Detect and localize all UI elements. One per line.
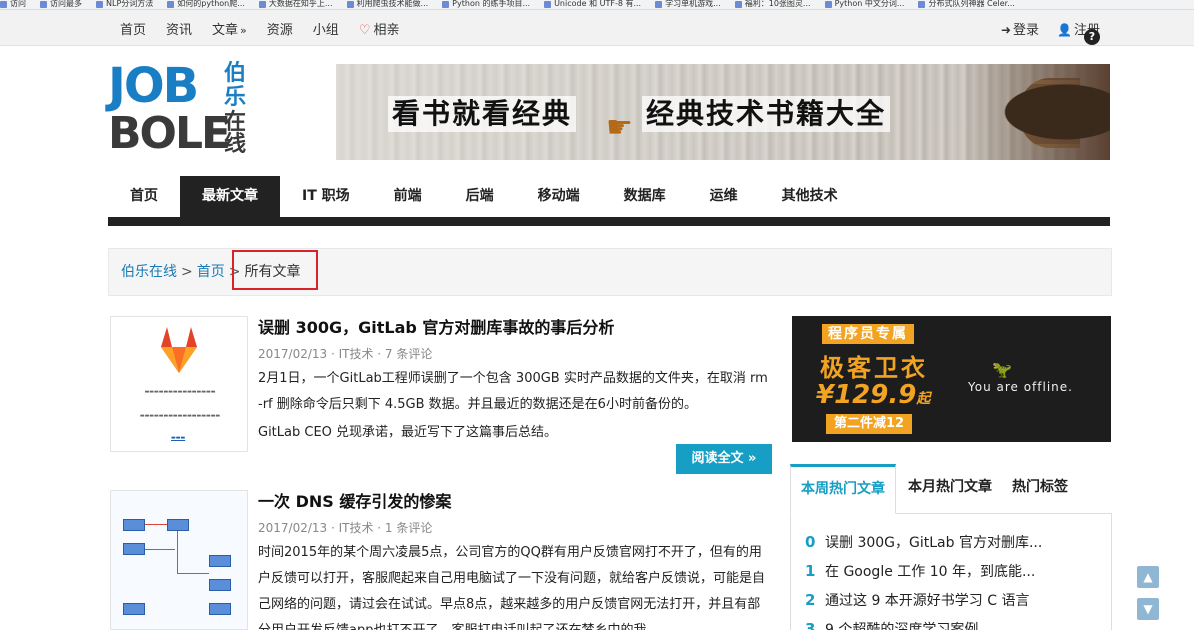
tab-month-hot[interactable]: 本月热门文章 xyxy=(908,464,992,514)
article-title[interactable]: 误删 300G，GitLab 官方对删库事故的事后分析 xyxy=(258,316,772,340)
list-item[interactable]: 2 通过这 9 本开源好书学习 C 语言 xyxy=(805,586,1111,615)
bookmark-icon xyxy=(40,0,47,8)
bookmark-item[interactable]: Python 的练手项目... xyxy=(442,0,530,9)
hot-tabs: 本周热门文章 本月热门文章 热门标签 xyxy=(790,464,1112,514)
list-item[interactable]: 1在 Google 工作 10 年，到底能... xyxy=(805,557,1111,586)
ad-price: ¥129.9起 xyxy=(816,380,931,410)
main-nav: 首页 最新文章 IT 职场 前端 后端 移动端 数据库 运维 其他技术 xyxy=(108,176,1110,226)
bookmarks-bar: 访问 访问最多 NLP分词方法 如何的python爬... 大数据在知乎上...… xyxy=(0,0,1194,10)
nav-latest-articles[interactable]: 最新文章 xyxy=(180,176,280,217)
banner-text-right: 经典技术书籍大全 xyxy=(642,96,891,132)
topnav-home[interactable]: 首页 xyxy=(120,19,146,38)
sign-in-icon: ➜ xyxy=(1000,22,1012,37)
bookmark-item[interactable]: 利用爬虫技术能做... xyxy=(346,0,428,9)
bookmark-icon xyxy=(0,0,7,8)
logo-bole: BOLE xyxy=(108,108,231,159)
article-item: ▬▬▬▬▬▬▬▬▬▬▬▬▬▬▬ ▬▬▬▬▬▬▬▬▬▬▬▬▬▬▬▬▬ ▬▬▬ 误删… xyxy=(110,316,772,476)
article-thumbnail[interactable] xyxy=(110,490,248,630)
scroll-bottom-icon[interactable]: ▼ xyxy=(1137,598,1159,620)
topnav-resources[interactable]: 资源 xyxy=(267,19,293,38)
nav-ops[interactable]: 运维 xyxy=(688,176,760,217)
bookmark-icon xyxy=(442,0,450,8)
ad-tag: 程序员专属 xyxy=(822,324,914,344)
nav-other-tech[interactable]: 其他技术 xyxy=(760,176,860,217)
bookmark-icon xyxy=(346,0,354,8)
bookmark-item[interactable]: 大数据在知乎上... xyxy=(258,0,333,9)
logo-job: JOB xyxy=(108,58,199,114)
help-icon[interactable]: ? xyxy=(1084,29,1100,45)
highlight-box xyxy=(232,250,318,290)
top-bar: 首页 资讯 文章» 资源 小组 ♡相亲 ➜登录 👤注册 ? xyxy=(0,10,1194,46)
heart-icon: ♡ xyxy=(358,22,371,38)
pointing-hand-icon: ☛ xyxy=(606,110,633,145)
article-excerpt: 时间2015年的某个周六凌晨5点，公司官方的QQ群有用户反馈官网打不开了，但有的… xyxy=(258,545,766,630)
topnav-match[interactable]: ♡ 相亲 xyxy=(359,19,400,38)
bookmark-item[interactable]: 学习单机游戏... xyxy=(655,0,721,9)
bookmark-icon xyxy=(918,0,926,8)
bookmark-icon xyxy=(96,0,103,8)
nav-mobile[interactable]: 移动端 xyxy=(516,176,602,217)
bookmark-icon xyxy=(167,0,175,8)
gitlab-fox-icon xyxy=(161,327,197,373)
list-item[interactable]: 39 个超酷的深度学习案例 xyxy=(805,615,1111,630)
bookmark-item[interactable]: Python 中文分词... xyxy=(824,0,904,9)
ad-discount: 第二件减12 xyxy=(826,414,913,434)
ad-title: 极客卫衣 xyxy=(820,354,928,382)
bookmark-item[interactable]: Unicode 和 UTF-8 有... xyxy=(544,0,641,9)
bookmark-icon xyxy=(734,0,742,8)
bookmark-item[interactable]: 福利：10张图灵... xyxy=(734,0,811,9)
tab-hot-tags[interactable]: 热门标签 xyxy=(1012,464,1068,514)
breadcrumb-home[interactable]: 首页 xyxy=(197,264,225,280)
topnav-articles[interactable]: 文章» xyxy=(212,19,247,38)
tab-week-hot[interactable]: 本周热门文章 xyxy=(790,464,896,514)
article-thumbnail[interactable]: ▬▬▬▬▬▬▬▬▬▬▬▬▬▬▬ ▬▬▬▬▬▬▬▬▬▬▬▬▬▬▬▬▬ ▬▬▬ xyxy=(110,316,248,452)
scroll-top-icon[interactable]: ▲ xyxy=(1137,566,1159,588)
breadcrumb-site[interactable]: 伯乐在线 xyxy=(121,264,177,280)
bookmark-icon xyxy=(655,0,663,8)
read-more-button[interactable]: 阅读全文 » xyxy=(676,444,772,474)
bookmark-item[interactable]: NLP分词方法 xyxy=(96,0,153,9)
dino-icon: 🦖 xyxy=(992,360,1012,379)
bookmark-icon xyxy=(258,0,266,8)
bookmark-item[interactable]: 访问最多 xyxy=(40,0,82,9)
head-silhouette-graphic xyxy=(960,64,1110,160)
flowchart-graphic xyxy=(111,491,247,629)
article-meta: 2017/02/13 · IT技术 · 7 条评论 xyxy=(258,347,433,361)
nav-it-career[interactable]: IT 职场 xyxy=(280,176,372,217)
tshirt-ad[interactable]: 程序员专属 极客卫衣 ¥129.9起 第二件减12 🦖 You are offl… xyxy=(792,316,1111,442)
article-excerpt: 2月1日，一个GitLab工程师误删了一个包含 300GB 实时产品数据的文件夹… xyxy=(258,371,768,412)
bookmark-item[interactable]: 如何的python爬... xyxy=(167,0,245,9)
bookmark-icon xyxy=(824,0,832,8)
list-item[interactable]: 0 误删 300G，GitLab 官方对删库... xyxy=(805,528,1111,557)
bookmark-icon xyxy=(544,0,552,8)
article-title[interactable]: 一次 DNS 缓存引发的惨案 xyxy=(258,490,772,514)
site-logo[interactable]: JOB BOLE 伯乐 在线 xyxy=(108,62,258,158)
logo-cn-bottom: 在线 xyxy=(224,110,247,157)
nav-home[interactable]: 首页 xyxy=(108,176,180,217)
bookmark-item[interactable]: 访问 xyxy=(0,0,26,9)
bookmark-item[interactable]: 分布式队列神器 Celer... xyxy=(918,0,1015,9)
ad-offline-text: You are offline. xyxy=(968,380,1073,394)
article-meta: 2017/02/13 · IT技术 · 1 条评论 xyxy=(258,521,433,535)
article-item: 一次 DNS 缓存引发的惨案 2017/02/13 · IT技术 · 1 条评论… xyxy=(110,490,772,630)
topnav-news[interactable]: 资讯 xyxy=(166,19,192,38)
nav-database[interactable]: 数据库 xyxy=(602,176,688,217)
top-nav: 首页 资讯 文章» 资源 小组 ♡ 相亲 xyxy=(120,10,419,46)
topnav-groups[interactable]: 小组 xyxy=(313,19,339,38)
chevron-down-icon: » xyxy=(240,23,247,37)
login-link[interactable]: ➜ 登录 xyxy=(1001,19,1039,38)
nav-backend[interactable]: 后端 xyxy=(444,176,516,217)
book-banner[interactable]: 看书就看经典 ☛ 经典技术书籍大全 xyxy=(336,64,1110,160)
hot-list: 0 误删 300G，GitLab 官方对删库... 1在 Google 工作 10… xyxy=(790,514,1112,630)
user-add-icon: 👤 xyxy=(1057,22,1072,37)
banner-text-left: 看书就看经典 xyxy=(388,96,577,132)
logo-cn-top: 伯乐 xyxy=(224,61,247,110)
nav-frontend[interactable]: 前端 xyxy=(372,176,444,217)
article-excerpt-2: GitLab CEO 兑现承诺，最近写下了这篇事后总结。 xyxy=(258,425,558,440)
